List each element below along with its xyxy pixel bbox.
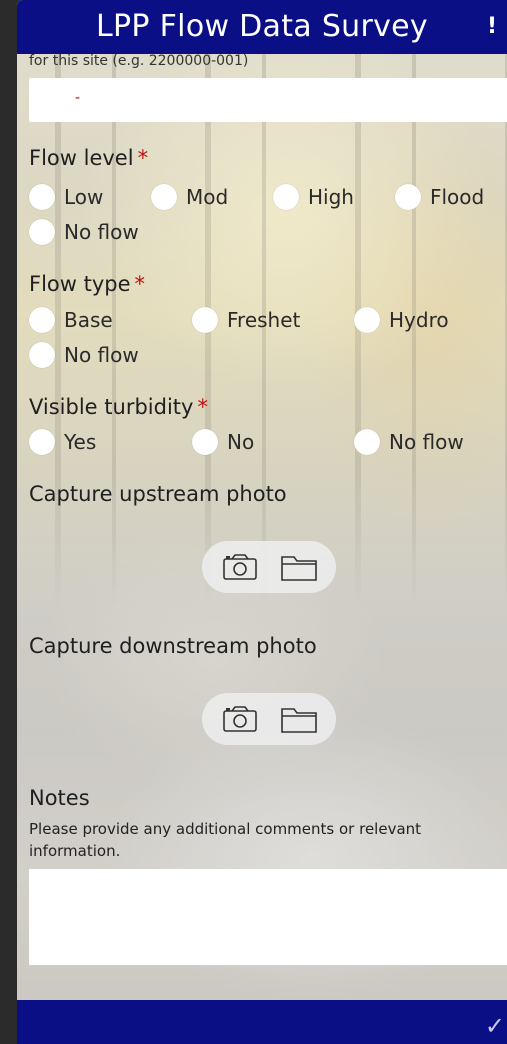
folder-icon[interactable] (280, 704, 318, 738)
radio-circle[interactable] (395, 184, 421, 210)
flow-level-option-high[interactable]: High (273, 184, 354, 210)
required-mark: * (197, 395, 208, 419)
notes-hint: Please provide any additional comments o… (29, 820, 422, 860)
flow-level-option-flood[interactable]: Flood (395, 184, 484, 210)
survey-form: for this site (e.g. 2200000-001) - Flow … (17, 0, 507, 1000)
radio-circle[interactable] (151, 184, 177, 210)
turbidity-option-no-flow[interactable]: No flow (354, 429, 464, 455)
radio-circle[interactable] (192, 429, 218, 455)
turbidity-label: Visible turbidity * (29, 395, 208, 419)
radio-circle[interactable] (273, 184, 299, 210)
downstream-photo-controls (202, 693, 336, 745)
flow-type-label: Flow type * (29, 272, 146, 296)
radio-circle[interactable] (354, 307, 380, 333)
app-footer: ✓ (17, 1000, 507, 1044)
folder-icon[interactable] (280, 552, 318, 586)
site-id-value: - (75, 90, 81, 106)
submit-check-icon[interactable]: ✓ (485, 1012, 505, 1040)
flow-type-option-base[interactable]: Base (29, 307, 113, 333)
flow-level-label: Flow level * (29, 146, 149, 170)
alert-icon[interactable]: ! (481, 14, 503, 40)
page-title: LPP Flow Data Survey (96, 9, 428, 44)
camera-icon[interactable] (222, 552, 258, 586)
flow-type-option-freshet[interactable]: Freshet (192, 307, 300, 333)
notes-textarea[interactable] (29, 869, 507, 965)
upstream-photo-label: Capture upstream photo (29, 482, 287, 506)
flow-type-option-no-flow[interactable]: No flow (29, 342, 139, 368)
flow-level-option-no-flow[interactable]: No flow (29, 219, 139, 245)
radio-circle[interactable] (29, 184, 55, 210)
radio-circle[interactable] (29, 342, 55, 368)
turbidity-option-yes[interactable]: Yes (29, 429, 96, 455)
flow-level-option-low[interactable]: Low (29, 184, 103, 210)
radio-circle[interactable] (354, 429, 380, 455)
radio-circle[interactable] (29, 429, 55, 455)
app-header: LPP Flow Data Survey ! (17, 0, 507, 54)
notes-label: Notes (29, 786, 90, 810)
survey-window: for this site (e.g. 2200000-001) - Flow … (17, 0, 507, 1044)
site-id-input[interactable]: - (29, 78, 507, 122)
upstream-photo-controls (202, 541, 336, 593)
camera-icon[interactable] (222, 704, 258, 738)
site-id-hint: for this site (e.g. 2200000-001) (29, 53, 249, 69)
radio-circle[interactable] (29, 219, 55, 245)
radio-circle[interactable] (192, 307, 218, 333)
flow-level-option-mod[interactable]: Mod (151, 184, 228, 210)
radio-circle[interactable] (29, 307, 55, 333)
turbidity-option-no[interactable]: No (192, 429, 254, 455)
flow-type-option-hydro[interactable]: Hydro (354, 307, 449, 333)
required-mark: * (137, 146, 149, 170)
downstream-photo-label: Capture downstream photo (29, 634, 317, 658)
required-mark: * (134, 272, 146, 296)
